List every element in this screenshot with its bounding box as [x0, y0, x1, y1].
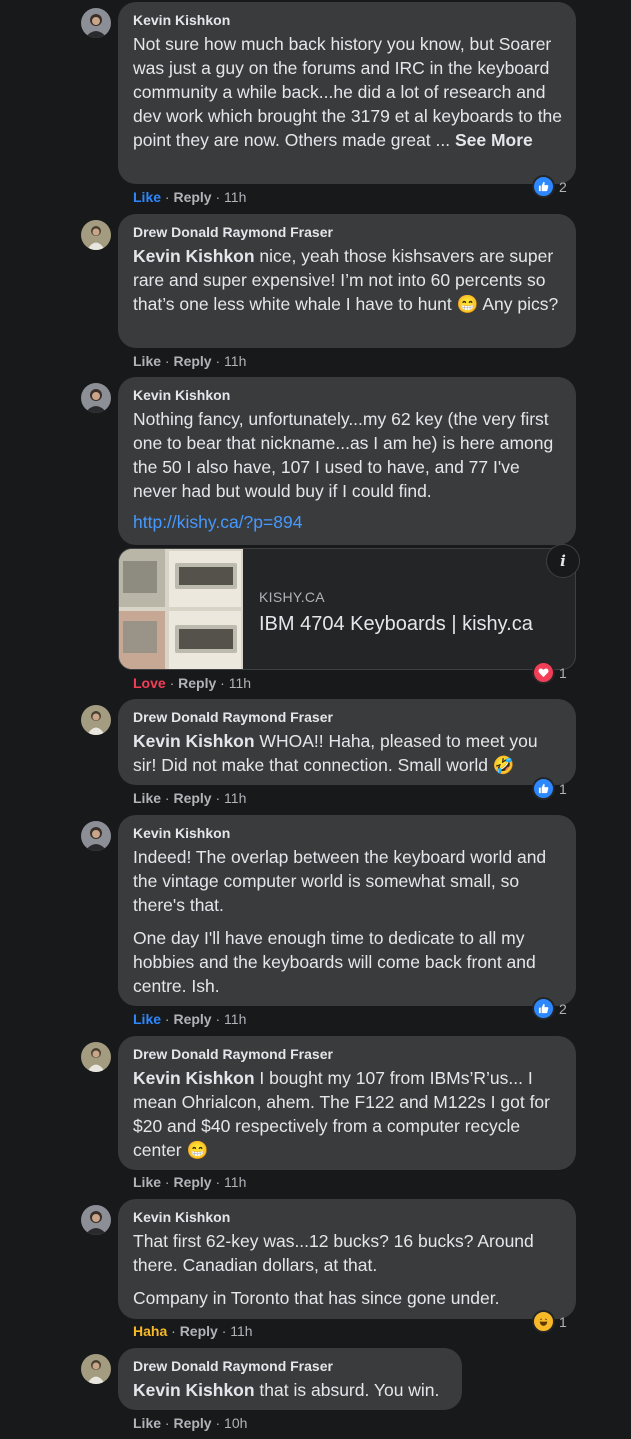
comment-bubble: Kevin Kishkon That first 62-key was...12… [118, 1199, 576, 1319]
comment-bubble: Drew Donald Raymond Fraser Kevin Kishkon… [118, 699, 576, 785]
reaction-summary[interactable]: 1 [532, 661, 567, 684]
reply-button[interactable]: Reply [178, 675, 216, 691]
link-preview-card[interactable]: KISHY.CA IBM 4704 Keyboards | kishy.ca [118, 548, 576, 670]
info-icon[interactable]: i [546, 544, 580, 578]
link-preview-title[interactable]: IBM 4704 Keyboards | kishy.ca [259, 613, 533, 636]
like-button[interactable]: Like [133, 1415, 161, 1431]
avatar[interactable] [81, 1042, 111, 1072]
comment-actions: Like · Reply · 11h [133, 353, 247, 369]
timestamp[interactable]: 11h [224, 1174, 246, 1190]
comment-body: that is absurd. You win. [254, 1380, 440, 1400]
comment-bubble: Drew Donald Raymond Fraser Kevin Kishkon… [118, 1036, 576, 1170]
reaction-count: 2 [559, 178, 567, 195]
love-button[interactable]: Love [133, 675, 166, 691]
reply-button[interactable]: Reply [173, 1011, 211, 1027]
reaction-count: 1 [559, 664, 567, 681]
reaction-count: 1 [559, 780, 567, 797]
like-button[interactable]: Like [133, 353, 161, 369]
link-preview-thumbnail [119, 549, 243, 669]
reply-button[interactable]: Reply [173, 353, 211, 369]
haha-button[interactable]: Haha [133, 1323, 167, 1339]
timestamp[interactable]: 11h [229, 675, 251, 691]
like-button[interactable]: Like [133, 1174, 161, 1190]
mention-link[interactable]: Kevin Kishkon [133, 1068, 255, 1088]
like-button[interactable]: Like [133, 1011, 161, 1027]
timestamp[interactable]: 11h [224, 353, 246, 369]
timestamp[interactable]: 11h [230, 1323, 252, 1339]
comment-text: That first 62-key was...12 bucks? 16 buc… [133, 1229, 564, 1310]
comment-text: Not sure how much back history you know,… [133, 32, 564, 152]
avatar[interactable] [81, 705, 111, 735]
reply-button[interactable]: Reply [173, 1174, 211, 1190]
avatar[interactable] [81, 8, 111, 38]
comment-actions: Love · Reply · 11h [133, 675, 252, 691]
like-reaction-icon [532, 777, 555, 800]
avatar[interactable] [81, 383, 111, 413]
comment-text: Kevin Kishkon WHOA!! Haha, pleased to me… [133, 729, 564, 777]
avatar[interactable] [81, 1354, 111, 1384]
comment-actions: Haha · Reply · 11h [133, 1323, 253, 1339]
comment-paragraph: Company in Toronto that has since gone u… [133, 1288, 500, 1308]
comment-actions: Like · Reply · 11h [133, 189, 247, 205]
comment-actions: Like · Reply · 11h [133, 1011, 247, 1027]
reaction-summary[interactable]: 1 [532, 1310, 567, 1333]
mention-link[interactable]: Kevin Kishkon [133, 1380, 255, 1400]
reaction-summary[interactable]: 2 [532, 997, 567, 1020]
like-button[interactable]: Like [133, 189, 161, 205]
like-reaction-icon [532, 175, 555, 198]
comment-author[interactable]: Kevin Kishkon [133, 11, 564, 29]
reply-button[interactable]: Reply [173, 189, 211, 205]
comment-author[interactable]: Drew Donald Raymond Fraser [133, 1357, 450, 1375]
love-reaction-icon [532, 661, 555, 684]
timestamp[interactable]: 11h [224, 790, 246, 806]
comment-bubble: Kevin Kishkon Not sure how much back his… [118, 2, 576, 184]
comment-text: Indeed! The overlap between the keyboard… [133, 845, 564, 998]
comment-paragraph: One day I'll have enough time to dedicat… [133, 928, 536, 996]
comment-bubble: Kevin Kishkon Indeed! The overlap betwee… [118, 815, 576, 1006]
reply-button[interactable]: Reply [173, 1415, 211, 1431]
avatar[interactable] [81, 220, 111, 250]
timestamp[interactable]: 11h [224, 189, 246, 205]
comment-link[interactable]: http://kishy.ca/?p=894 [133, 512, 302, 533]
reaction-summary[interactable]: 2 [532, 175, 567, 198]
comment-text: Kevin Kishkon that is absurd. You win. [133, 1378, 450, 1402]
comment-author[interactable]: Kevin Kishkon [133, 386, 564, 404]
avatar[interactable] [81, 1205, 111, 1235]
reply-button[interactable]: Reply [173, 790, 211, 806]
comment-author[interactable]: Kevin Kishkon [133, 1208, 564, 1226]
link-preview-domain: KISHY.CA [259, 589, 325, 605]
comment-bubble: Drew Donald Raymond Fraser Kevin Kishkon… [118, 1348, 462, 1410]
comment-text: Nothing fancy, unfortunately...my 62 key… [133, 409, 554, 501]
like-reaction-icon [532, 997, 555, 1020]
comment-text: Kevin Kishkon I bought my 107 from IBMs’… [133, 1066, 564, 1162]
comment-paragraph: That first 62-key was...12 bucks? 16 buc… [133, 1231, 534, 1275]
timestamp[interactable]: 10h [224, 1415, 247, 1431]
see-more-link[interactable]: See More [455, 130, 533, 150]
mention-link[interactable]: Kevin Kishkon [133, 731, 255, 751]
timestamp[interactable]: 11h [224, 1011, 246, 1027]
comment-author[interactable]: Drew Donald Raymond Fraser [133, 223, 564, 241]
comment-bubble: Drew Donald Raymond Fraser Kevin Kishkon… [118, 214, 576, 348]
like-button[interactable]: Like [133, 790, 161, 806]
comment-paragraph: Indeed! The overlap between the keyboard… [133, 847, 547, 915]
mention-link[interactable]: Kevin Kishkon [133, 246, 255, 266]
comment-actions: Like · Reply · 11h [133, 790, 247, 806]
reaction-summary[interactable]: 1 [532, 777, 567, 800]
avatar[interactable] [81, 821, 111, 851]
comment-author[interactable]: Kevin Kishkon [133, 824, 564, 842]
comment-actions: Like · Reply · 11h [133, 1174, 247, 1190]
comment-text: Kevin Kishkon nice, yeah those kishsaver… [133, 244, 564, 316]
reaction-count: 1 [559, 1313, 567, 1330]
comment-author[interactable]: Drew Donald Raymond Fraser [133, 708, 564, 726]
reply-button[interactable]: Reply [180, 1323, 218, 1339]
comment-actions: Like · Reply · 10h [133, 1415, 248, 1431]
haha-reaction-icon [532, 1310, 555, 1333]
reaction-count: 2 [559, 1000, 567, 1017]
comment-author[interactable]: Drew Donald Raymond Fraser [133, 1045, 564, 1063]
